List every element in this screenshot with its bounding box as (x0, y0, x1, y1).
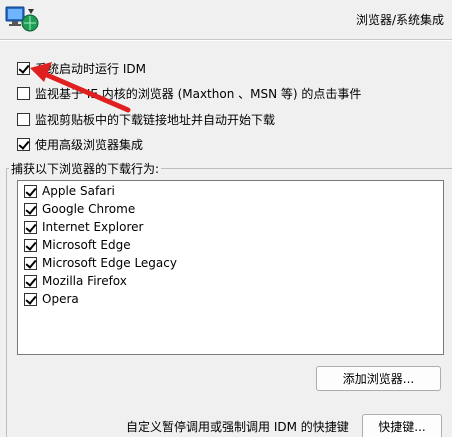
shortcut-label: 自定义暂停调用或强制调用 IDM 的快捷键 (126, 420, 349, 434)
browser-checkbox[interactable] (24, 184, 37, 198)
browser-checkbox[interactable] (24, 202, 37, 216)
option-run-at-startup[interactable]: 系统启动时运行 IDM (17, 60, 146, 76)
browser-label: Opera (42, 292, 79, 306)
monitor-clipboard-label: 监视剪贴板中的下载链接地址并自动开始下载 (35, 112, 276, 127)
browser-label: Mozilla Firefox (42, 274, 127, 288)
option-monitor-ie-browsers[interactable]: 监视基于 IE 内核的浏览器 (Maxthon 、MSN 等) 的点击事件 (17, 85, 361, 101)
browsers-group-label: 捕获以下浏览器的下载行为: (9, 160, 162, 177)
browser-label: Microsoft Edge Legacy (42, 256, 177, 270)
browser-checkbox[interactable] (24, 274, 37, 288)
idm-logo-icon (5, 6, 39, 32)
list-item[interactable]: Microsoft Edge Legacy (24, 255, 177, 271)
run-at-startup-label: 系统启动时运行 IDM (35, 61, 146, 76)
list-item[interactable]: Microsoft Edge (24, 237, 131, 253)
list-item[interactable]: Internet Explorer (24, 219, 143, 235)
option-monitor-clipboard[interactable]: 监视剪贴板中的下载链接地址并自动开始下载 (17, 111, 275, 127)
list-item[interactable]: Google Chrome (24, 201, 135, 217)
add-browser-button[interactable]: 添加浏览器... (316, 366, 441, 391)
page-header: 浏览器/系统集成 (0, 0, 452, 40)
advanced-integration-label: 使用高级浏览器集成 (35, 137, 144, 152)
list-item[interactable]: Mozilla Firefox (24, 273, 127, 289)
run-at-startup-checkbox[interactable] (17, 61, 30, 75)
option-advanced-integration[interactable]: 使用高级浏览器集成 (17, 136, 143, 152)
browser-label: Microsoft Edge (42, 238, 131, 252)
browser-list[interactable]: Apple Safari Google Chrome Internet Expl… (17, 180, 444, 355)
browser-label: Internet Explorer (42, 220, 144, 234)
list-item[interactable]: Opera (24, 291, 79, 307)
header-divider (0, 39, 452, 40)
monitor-ie-label: 监视基于 IE 内核的浏览器 (Maxthon 、MSN 等) 的点击事件 (35, 86, 362, 101)
browser-label: Apple Safari (42, 184, 115, 198)
list-item[interactable]: Apple Safari (24, 183, 115, 199)
browser-checkbox[interactable] (24, 238, 37, 252)
browser-label: Google Chrome (42, 202, 136, 216)
monitor-clipboard-checkbox[interactable] (17, 112, 30, 126)
advanced-integration-checkbox[interactable] (17, 137, 30, 151)
page-title: 浏览器/系统集成 (355, 13, 444, 27)
browser-checkbox[interactable] (24, 292, 37, 306)
browser-checkbox[interactable] (24, 220, 37, 234)
monitor-ie-checkbox[interactable] (17, 86, 30, 100)
browser-checkbox[interactable] (24, 256, 37, 270)
shortcut-button[interactable]: 快捷键... (362, 414, 442, 437)
